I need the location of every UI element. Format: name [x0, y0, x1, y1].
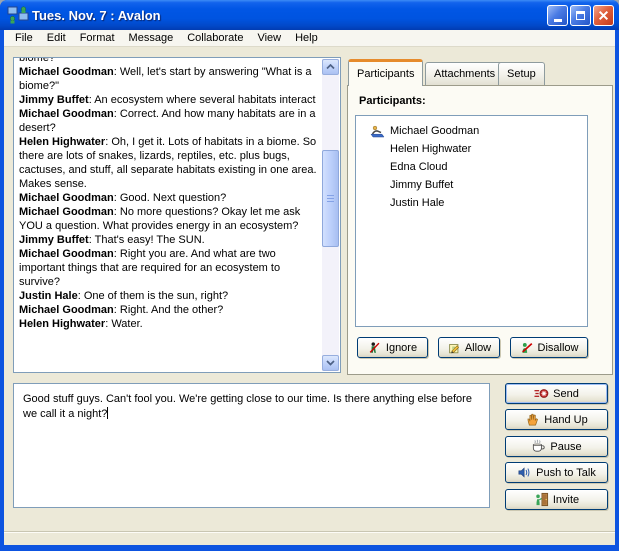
tab-attachments[interactable]: Attachments: [425, 62, 504, 85]
ignore-label: Ignore: [386, 342, 417, 354]
participants-list[interactable]: Michael Goodman Helen Highwater: [355, 115, 588, 327]
chat-message: Helen Highwater: Water.: [19, 317, 317, 331]
chat-message: Michael Goodman: No more questions? Okay…: [19, 205, 317, 233]
participant-name: Justin Hale: [390, 197, 444, 209]
pause-label: Pause: [550, 441, 581, 453]
disallow-label: Disallow: [538, 342, 579, 354]
menu-item[interactable]: File: [8, 31, 40, 46]
invite-icon: [534, 492, 549, 507]
menu-item[interactable]: Collaborate: [180, 31, 250, 46]
scroll-down-button[interactable]: [322, 355, 339, 371]
tab-label: Setup: [507, 68, 536, 80]
close-icon: [598, 10, 609, 21]
speaking-indicator-icon: [369, 125, 386, 138]
tab-setup[interactable]: Setup: [498, 62, 545, 85]
hand-up-label: Hand Up: [544, 414, 587, 426]
chat-message: Michael Goodman: Well, let's start by an…: [19, 65, 317, 93]
menu-item[interactable]: Message: [122, 31, 181, 46]
menu-item[interactable]: Help: [288, 31, 325, 46]
chat-message: Justin Hale: One of them is the sun, rig…: [19, 289, 317, 303]
menu-item[interactable]: Edit: [40, 31, 73, 46]
tab-participants[interactable]: Participants: [348, 59, 423, 86]
app-window: Tues. Nov. 7 : Avalon FileEditFormatMess…: [0, 0, 619, 551]
title-bar[interactable]: Tues. Nov. 7 : Avalon: [0, 0, 619, 30]
hand-up-icon: [525, 412, 540, 427]
participant-row[interactable]: Edna Cloud: [369, 158, 587, 176]
scrollbar-grip: [327, 198, 334, 199]
menu-item[interactable]: Format: [73, 31, 122, 46]
message-input[interactable]: Good stuff guys. Can't fool you. We're g…: [13, 383, 490, 508]
menu-bar: FileEditFormatMessageCollaborateViewHelp: [4, 30, 615, 47]
disallow-icon: [520, 341, 534, 355]
transcript-text: : biome?Michael Goodman: Well, let's sta…: [19, 58, 317, 371]
message-input-text: Good stuff guys. Can't fool you. We're g…: [23, 393, 472, 420]
participant-row[interactable]: Helen Highwater: [369, 140, 587, 158]
minimize-icon: [554, 19, 562, 22]
send-label: Send: [553, 388, 579, 400]
push-to-talk-label: Push to Talk: [536, 467, 596, 479]
app-icon: [7, 6, 29, 24]
tab-label: Attachments: [434, 68, 495, 80]
participant-name: Jimmy Buffet: [390, 179, 453, 191]
pause-icon: [531, 439, 546, 454]
chat-message: Helen Highwater: Oh, I get it. Lots of h…: [19, 135, 317, 191]
chat-message: : biome?: [19, 58, 317, 65]
participant-row[interactable]: Jimmy Buffet: [369, 176, 587, 194]
maximize-button[interactable]: [570, 5, 591, 26]
ignore-button[interactable]: Ignore: [357, 337, 428, 358]
send-button[interactable]: Send: [505, 383, 608, 404]
push-to-talk-button[interactable]: Push to Talk: [505, 462, 608, 483]
chat-transcript[interactable]: : biome?Michael Goodman: Well, let's sta…: [13, 57, 341, 373]
scroll-up-button[interactable]: [322, 59, 339, 75]
allow-icon: [447, 341, 461, 355]
participant-name: Michael Goodman: [390, 125, 479, 137]
participant-name: Edna Cloud: [390, 161, 448, 173]
send-icon: [534, 386, 549, 401]
push-to-talk-icon: [517, 465, 532, 480]
hand-up-button[interactable]: Hand Up: [505, 409, 608, 430]
invite-button[interactable]: Invite: [505, 489, 608, 510]
pause-button[interactable]: Pause: [505, 436, 608, 457]
participant-row[interactable]: Justin Hale: [369, 194, 587, 212]
allow-button[interactable]: Allow: [438, 337, 500, 358]
tab-label: Participants: [357, 68, 414, 80]
window-title: Tues. Nov. 7 : Avalon: [32, 8, 545, 23]
menu-item[interactable]: View: [250, 31, 288, 46]
scrollbar-thumb[interactable]: [322, 150, 339, 247]
participant-name: Helen Highwater: [390, 143, 471, 155]
chat-message: Michael Goodman: Right. And the other?: [19, 303, 317, 317]
participant-row[interactable]: Michael Goodman: [369, 122, 587, 140]
invite-label: Invite: [553, 494, 579, 506]
disallow-button[interactable]: Disallow: [510, 337, 588, 358]
window-body: FileEditFormatMessageCollaborateViewHelp…: [4, 30, 615, 545]
ignore-icon: [368, 341, 382, 355]
minimize-button[interactable]: [547, 5, 568, 26]
chat-message: Jimmy Buffet: An ecosystem where several…: [19, 93, 317, 107]
close-button[interactable]: [593, 5, 614, 26]
chat-message: Michael Goodman: Correct. And how many h…: [19, 107, 317, 135]
participants-header: Participants:: [359, 95, 426, 107]
transcript-scrollbar[interactable]: [322, 59, 339, 371]
status-bar: [4, 531, 615, 545]
chevron-down-icon: [326, 360, 335, 366]
allow-label: Allow: [465, 342, 491, 354]
text-caret: [107, 407, 108, 419]
maximize-icon: [576, 11, 585, 20]
chat-message: Michael Goodman: Right you are. And what…: [19, 247, 317, 289]
main-content: : biome?Michael Goodman: Well, let's sta…: [4, 47, 615, 531]
chat-message: Jimmy Buffet: That's easy! The SUN.: [19, 233, 317, 247]
chat-message: Michael Goodman: Good. Next question?: [19, 191, 317, 205]
chevron-up-icon: [326, 64, 335, 70]
